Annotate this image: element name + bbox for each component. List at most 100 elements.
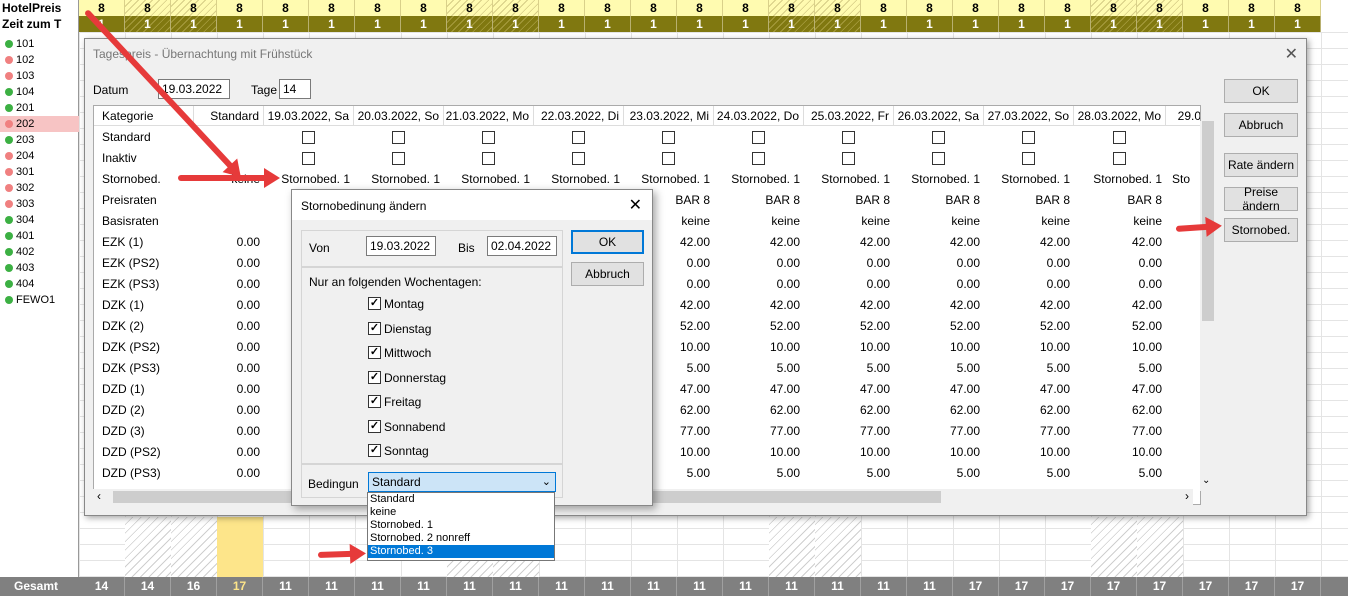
room-item[interactable]: 203	[0, 132, 79, 148]
weekdays-label: Nur an folgenden Wochentagen:	[309, 275, 482, 289]
column-header[interactable]: Standard	[194, 106, 264, 126]
table-checkbox[interactable]	[1113, 131, 1126, 144]
von-input[interactable]: 19.03.2022	[366, 236, 436, 256]
room-item[interactable]: 402	[0, 244, 79, 260]
tage-input[interactable]: 14	[279, 79, 311, 99]
table-cell	[1166, 190, 1200, 211]
dropdown-option[interactable]: keine	[368, 506, 554, 519]
table-checkbox[interactable]	[482, 152, 495, 165]
storno-abbruch-button[interactable]: Abbruch	[571, 262, 644, 286]
bis-input[interactable]: 02.04.2022	[487, 236, 557, 256]
table-checkbox[interactable]	[932, 152, 945, 165]
room-item[interactable]: 101	[0, 36, 79, 52]
table-checkbox[interactable]	[752, 152, 765, 165]
room-item[interactable]: 401	[0, 228, 79, 244]
table-checkbox[interactable]	[662, 131, 675, 144]
table-row[interactable]: Inaktiv	[94, 148, 1200, 169]
time-cell: 1	[171, 16, 217, 32]
rate-change-button[interactable]: Rate ändern	[1224, 153, 1298, 177]
condition-dropdown-list[interactable]: Standard keine Stornobed. 1 Stornobed. 2 no…	[367, 492, 555, 561]
column-header[interactable]: 20.03.2022, So	[354, 106, 444, 126]
table-checkbox[interactable]	[1022, 152, 1035, 165]
room-item[interactable]: 301	[0, 164, 79, 180]
room-item[interactable]: 201	[0, 100, 79, 116]
room-item[interactable]: 302	[0, 180, 79, 196]
weekend-hatch	[769, 517, 815, 577]
scroll-left-icon[interactable]: ‹	[97, 489, 101, 503]
room-item[interactable]: 403	[0, 260, 79, 276]
column-header[interactable]: 24.03.2022, Do	[714, 106, 804, 126]
time-cell: 1	[999, 16, 1045, 32]
table-cell: 77.00	[949, 424, 980, 438]
dropdown-option[interactable]: Standard	[368, 493, 554, 506]
dropdown-option[interactable]: Stornobed. 2 nonreff	[368, 532, 554, 545]
dropdown-option[interactable]: Stornobed. 1	[368, 519, 554, 532]
room-item[interactable]: 202	[0, 116, 79, 132]
table-checkbox[interactable]	[392, 152, 405, 165]
weekday-checkbox[interactable]: ✓	[368, 297, 381, 310]
column-header[interactable]: 25.03.2022, Fr	[804, 106, 894, 126]
table-checkbox[interactable]	[842, 152, 855, 165]
dropdown-option[interactable]: Stornobed. 3	[368, 545, 554, 558]
ok-button[interactable]: OK	[1224, 79, 1298, 103]
table-cell	[1166, 337, 1200, 358]
table-checkbox[interactable]	[662, 152, 675, 165]
scroll-down-icon[interactable]: ⌄	[1202, 475, 1210, 486]
table-cell: Sto	[1172, 172, 1191, 186]
weekday-checkbox[interactable]: ✓	[368, 395, 381, 408]
room-item[interactable]: 103	[0, 68, 79, 84]
table-checkbox[interactable]	[392, 131, 405, 144]
room-item[interactable]: 204	[0, 148, 79, 164]
table-cell: BAR 8	[855, 193, 890, 207]
column-header[interactable]: 29.0	[1166, 106, 1200, 126]
column-header[interactable]: 23.03.2022, Mi	[624, 106, 714, 126]
column-header[interactable]: 22.03.2022, Di	[534, 106, 624, 126]
weekday-checkbox[interactable]: ✓	[368, 321, 381, 335]
table-checkbox[interactable]	[842, 131, 855, 144]
price-cell: 8	[309, 0, 355, 16]
weekday-checkbox[interactable]: ✓	[368, 370, 381, 384]
column-header[interactable]: 28.03.2022, Mo	[1074, 106, 1166, 126]
bedingung-label: Bedingun	[308, 477, 359, 491]
room-name: 102	[16, 54, 35, 66]
storno-button[interactable]: Stornobed.	[1224, 218, 1298, 242]
storno-ok-button[interactable]: OK	[571, 230, 644, 254]
room-item[interactable]: 304	[0, 212, 79, 228]
table-checkbox[interactable]	[752, 131, 765, 144]
total-cell: 11	[815, 577, 861, 596]
table-cell	[1166, 253, 1200, 274]
table-cell	[1166, 442, 1200, 463]
room-item[interactable]: 303	[0, 196, 79, 212]
table-checkbox[interactable]	[1113, 152, 1126, 165]
weekday-checkbox[interactable]: ✓	[368, 444, 381, 457]
column-header[interactable]: 21.03.2022, Mo	[444, 106, 534, 126]
table-checkbox[interactable]	[932, 131, 945, 144]
table-checkbox[interactable]	[572, 152, 585, 165]
column-header[interactable]: 19.03.2022, Sa	[264, 106, 354, 126]
abbruch-button[interactable]: Abbruch	[1224, 113, 1298, 137]
chevron-down-icon[interactable]: ⌄	[542, 473, 551, 491]
weekday-label: Donnerstag	[384, 370, 447, 385]
prices-change-button[interactable]: Preise ändern	[1224, 185, 1298, 213]
column-header[interactable]: 26.03.2022, Sa	[894, 106, 984, 126]
table-checkbox[interactable]	[572, 131, 585, 144]
room-item[interactable]: FEWO1	[0, 292, 79, 308]
room-item[interactable]: 104	[0, 84, 79, 100]
condition-select[interactable]: Standard ⌄	[368, 472, 556, 492]
room-item[interactable]: 102	[0, 52, 79, 68]
table-row[interactable]: Standard	[94, 127, 1200, 148]
column-header[interactable]: 27.03.2022, So	[984, 106, 1074, 126]
row-label: DZK (1)	[102, 298, 144, 312]
weekday-checkbox[interactable]: ✓	[368, 419, 381, 433]
table-checkbox[interactable]	[482, 131, 495, 144]
table-checkbox[interactable]	[302, 152, 315, 165]
table-checkbox[interactable]	[302, 131, 315, 144]
close-icon[interactable]: ✕	[629, 195, 642, 215]
close-icon[interactable]: ✕	[1285, 44, 1298, 64]
scroll-right-icon[interactable]: ›	[1185, 489, 1189, 503]
room-item[interactable]: 404	[0, 276, 79, 292]
table-checkbox[interactable]	[1022, 131, 1035, 144]
room-list: 101 102 103 104 201 202 203 204 301 302 303 304 401 4…	[0, 36, 79, 308]
weekday-checkbox[interactable]: ✓	[368, 346, 381, 359]
time-cell: 1	[631, 16, 677, 32]
